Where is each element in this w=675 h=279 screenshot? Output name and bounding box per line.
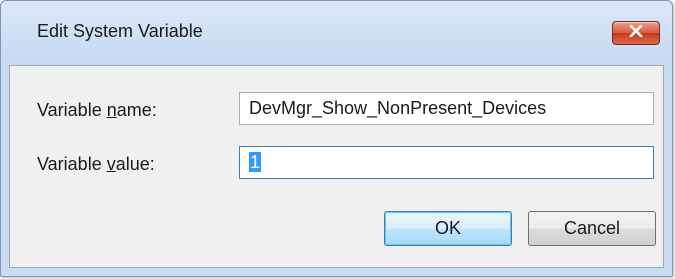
variable-value-label: Variable value: <box>37 154 155 174</box>
variable-name-text: DevMgr_Show_NonPresent_Devices <box>249 98 547 118</box>
cancel-button[interactable]: Cancel <box>528 211 656 246</box>
ok-button[interactable]: OK <box>384 211 512 246</box>
close-button[interactable] <box>612 21 660 45</box>
dialog-window: Edit System Variable Variable name: DevM… <box>0 0 673 277</box>
dialog-content: Variable name: DevMgr_Show_NonPresent_De… <box>9 65 664 268</box>
variable-value-text: 1 <box>249 152 262 172</box>
close-icon <box>629 24 643 42</box>
variable-name-input[interactable]: DevMgr_Show_NonPresent_Devices <box>239 92 654 125</box>
variable-name-label: Variable name: <box>37 100 157 120</box>
title-bar[interactable]: Edit System Variable <box>1 1 672 65</box>
window-title: Edit System Variable <box>37 21 203 41</box>
variable-value-input[interactable]: 1 <box>239 146 654 179</box>
